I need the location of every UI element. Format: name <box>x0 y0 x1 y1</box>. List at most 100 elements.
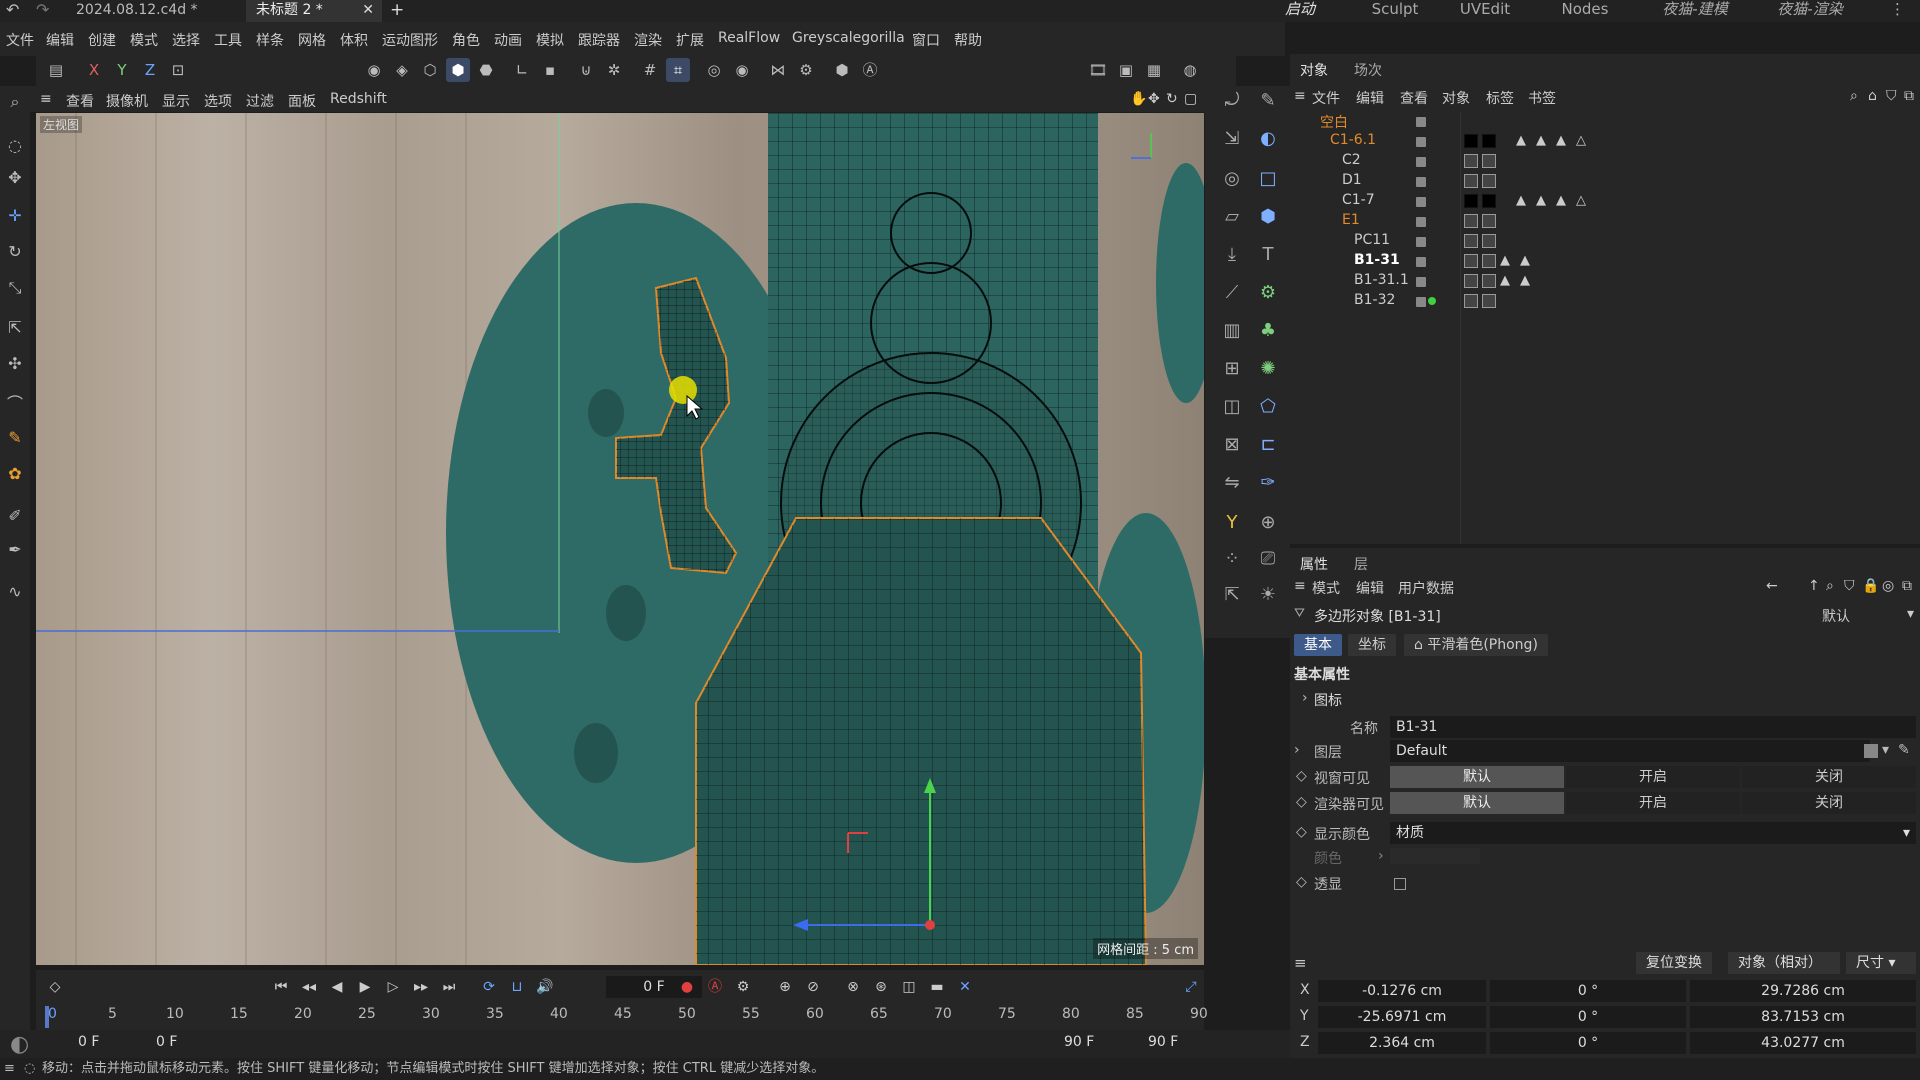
subtab-coordinates[interactable]: 坐标 <box>1348 634 1396 656</box>
menu-character[interactable]: 角色 <box>452 30 480 50</box>
rotation-z-field[interactable]: 0 ° <box>1490 1032 1686 1054</box>
tab-takes[interactable]: 场次 <box>1354 60 1382 80</box>
project-icon[interactable]: ▤ <box>44 58 68 82</box>
teapot-icon[interactable]: ◍ <box>1178 58 1202 82</box>
spline-icon[interactable]: ∿ <box>3 580 27 604</box>
menu-extensions[interactable]: 扩展 <box>676 30 704 50</box>
vp-menu-display[interactable]: 显示 <box>162 91 190 111</box>
uvw-tag[interactable] <box>1482 254 1496 268</box>
uvw-tag[interactable] <box>1464 294 1478 308</box>
dolly-icon[interactable]: ✥ <box>1148 91 1160 107</box>
name-field[interactable]: B1-31 <box>1390 716 1916 738</box>
object-row-b1-31-1[interactable]: B1-31.1 ▲ ▲ <box>1290 272 1920 292</box>
bend-icon[interactable]: ⊏ <box>1255 432 1281 458</box>
menu-render[interactable]: 渲染 <box>634 30 662 50</box>
layout-tab-uvedit[interactable]: UVEdit <box>1450 0 1520 22</box>
settings-icon[interactable]: ⚙ <box>794 58 818 82</box>
viewport-visible-default[interactable]: 默认 <box>1390 766 1564 788</box>
transfer-icon[interactable]: ⇱ <box>3 316 27 340</box>
key-param-icon[interactable]: ⊛ <box>870 976 892 998</box>
model-mode-icon[interactable]: ⬢ <box>446 58 470 82</box>
axis-x-toggle[interactable]: X <box>82 58 106 82</box>
menu-tools[interactable]: 工具 <box>214 30 242 50</box>
menu-help[interactable]: 帮助 <box>954 30 982 50</box>
phong-tag-icon[interactable]: ▲ <box>1536 193 1546 208</box>
subtab-basic[interactable]: 基本 <box>1294 634 1342 656</box>
icon-group-label[interactable]: 图标 <box>1314 690 1342 710</box>
om-menu-icon[interactable]: ≡ <box>1294 88 1306 104</box>
viewport-visible-off[interactable]: 关闭 <box>1742 766 1916 788</box>
object-row-b1-31[interactable]: B1-31 ▲ ▲ <box>1290 252 1920 272</box>
layout-tab-startup[interactable]: 启动 <box>1270 0 1330 22</box>
preset-dropdown[interactable]: 默认 ▾ <box>1822 606 1916 626</box>
sound-icon[interactable]: 🔊 <box>534 976 556 998</box>
bevel-icon[interactable]: ◫ <box>1219 394 1245 420</box>
paint-brush-icon[interactable]: ✎ <box>1255 88 1281 114</box>
back-arrow-icon[interactable]: ← <box>1766 578 1778 594</box>
knife-icon[interactable]: ⌒ <box>3 392 27 416</box>
texture-mode-icon[interactable]: ⬣ <box>474 58 498 82</box>
visibility-dot[interactable] <box>1416 277 1426 287</box>
field-icon[interactable]: Y <box>1219 510 1245 536</box>
loop-icon[interactable]: ⟳ <box>478 976 500 998</box>
subtab-phong[interactable]: ⌂ 平滑着色(Phong) <box>1404 634 1548 656</box>
render-settings-icon[interactable]: 🎞 <box>1086 58 1110 82</box>
phong-tag-icon[interactable]: ▲ <box>1516 133 1526 148</box>
layout-tab-sculpt[interactable]: Sculpt <box>1360 0 1430 22</box>
vp-menu-options[interactable]: 选项 <box>204 91 232 111</box>
vp-menu-view[interactable]: 查看 <box>66 91 94 111</box>
render-visible-off[interactable]: 关闭 <box>1742 792 1916 814</box>
om-new-window-icon[interactable]: ⧉ <box>1904 88 1914 104</box>
tab-attributes[interactable]: 属性 <box>1300 554 1328 574</box>
viewport-left-view[interactable]: 左视图 网格间距 : 5 cm <box>36 113 1204 965</box>
menu-icon[interactable]: ≡ <box>4 1058 15 1080</box>
render-visible-default[interactable]: 默认 <box>1390 792 1564 814</box>
axis-y-toggle[interactable]: Y <box>110 58 134 82</box>
object-row-b1-32[interactable]: B1-32 <box>1290 292 1920 312</box>
visibility-dot[interactable] <box>1416 257 1426 267</box>
rotation-x-field[interactable]: 0 ° <box>1490 980 1686 1002</box>
rotation-y-field[interactable]: 0 ° <box>1490 1006 1686 1028</box>
object-row-null[interactable]: 空白 <box>1290 112 1920 132</box>
layout-tab-nodes[interactable]: Nodes <box>1550 0 1620 22</box>
xray-checkbox[interactable] <box>1394 878 1406 890</box>
search-icon[interactable]: ⌕ <box>3 90 27 114</box>
material-tag[interactable] <box>1482 194 1496 208</box>
menu-window[interactable]: 窗口 <box>912 30 940 50</box>
deformer-icon[interactable]: ⬠ <box>1255 394 1281 420</box>
material-tag[interactable] <box>1482 134 1496 148</box>
vp-menu-redshift[interactable]: Redshift <box>330 91 387 107</box>
om-menu-object[interactable]: 对象 <box>1442 88 1470 108</box>
sculpt-icon[interactable]: ✿ <box>3 462 27 486</box>
uvw-tag[interactable] <box>1482 154 1496 168</box>
coord-menu-icon[interactable]: ≡ <box>1294 954 1307 972</box>
boolean-icon[interactable]: ⚙ <box>1255 280 1281 306</box>
om-menu-bookmarks[interactable]: 书签 <box>1528 88 1556 108</box>
om-search-icon[interactable]: ⌕ <box>1850 88 1858 104</box>
phong-tag-icon[interactable]: △ <box>1576 133 1586 148</box>
attr-filter-icon[interactable]: ⛉ <box>1844 578 1855 594</box>
record-icon[interactable]: ● <box>676 976 698 998</box>
light-icon[interactable]: ◎ <box>1219 166 1245 192</box>
om-home-icon[interactable]: ⌂ <box>1868 88 1877 104</box>
pan-icon[interactable]: ✋ <box>1130 91 1147 107</box>
size-y-field[interactable]: 83.7153 cm <box>1690 1006 1916 1028</box>
menu-mode[interactable]: 模式 <box>130 30 158 50</box>
menu-mesh[interactable]: 网格 <box>298 30 326 50</box>
text-object-icon[interactable]: T <box>1255 242 1281 268</box>
display-color-dropdown[interactable]: 材质 ▾ <box>1390 822 1916 844</box>
export-icon[interactable]: ⇱ <box>1219 582 1245 608</box>
expand-icon[interactable]: › <box>1294 742 1300 758</box>
menu-mograph[interactable]: 运动图形 <box>382 30 438 50</box>
layout-tab-rendering[interactable]: 夜猫-渲染 <box>1765 0 1855 22</box>
polygons-mode-icon[interactable]: ⬡ <box>418 58 442 82</box>
uvw-tag[interactable] <box>1464 214 1478 228</box>
key-scale-icon[interactable]: ⊗ <box>842 976 864 998</box>
next-frame-icon[interactable]: ▷ <box>382 976 404 998</box>
keyframe-diamond-icon[interactable]: ◇ <box>1296 874 1307 890</box>
close-icon[interactable]: ✕ <box>362 0 374 20</box>
object-row-pc11[interactable]: PC11 <box>1290 232 1920 252</box>
brush-icon[interactable]: ✐ <box>3 504 27 528</box>
tab-objects[interactable]: 对象 <box>1300 60 1328 80</box>
attr-search-icon[interactable]: ⌕ <box>1826 578 1834 594</box>
